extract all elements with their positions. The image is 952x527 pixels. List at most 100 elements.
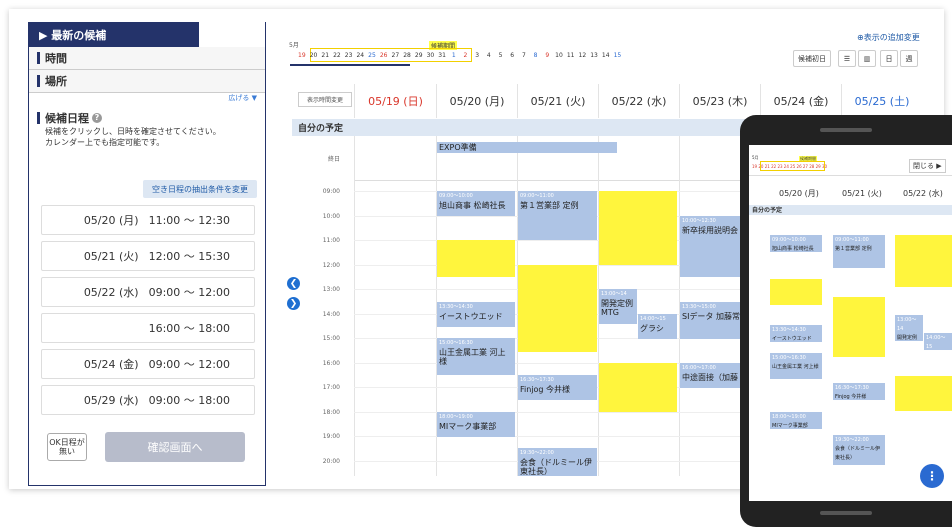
expand-link[interactable]: 広げる ▼	[228, 93, 257, 103]
day-view-button[interactable]: 日	[880, 50, 898, 67]
list-view-icon[interactable]: ☰	[838, 50, 856, 67]
phone-candidate-block[interactable]	[895, 235, 952, 287]
split-view-icon[interactable]: ▥	[858, 50, 876, 67]
day-header[interactable]: 05/23 (木)	[679, 84, 760, 118]
candidate-panel: ▶ 最新の候補 時間 場所 広げる ▼ 候補日程? 候補をクリックし、日時を確定…	[28, 22, 266, 486]
strip-day[interactable]: 14	[600, 52, 612, 59]
phone-event[interactable]: 16:30～17:30 Finjog 今井様	[833, 383, 885, 400]
phone-close-button[interactable]: 閉じる ▶	[909, 159, 946, 173]
more-menu-icon[interactable]: ⋮	[920, 464, 944, 488]
event-time: 09:00～10:00	[439, 193, 473, 199]
strip-day[interactable]: 23	[343, 52, 355, 59]
change-condition-button[interactable]: 空き日程の抽出条件を変更	[143, 180, 257, 198]
strip-day[interactable]: 4	[483, 52, 495, 59]
phone-day-header[interactable]: 05/21 (火)	[842, 188, 882, 199]
strip-day[interactable]: 27	[390, 52, 402, 59]
strip-day[interactable]: 13	[588, 52, 600, 59]
candidate-block[interactable]	[437, 240, 515, 277]
calendar-grid: 終日 09:00 10:00 11:00 12:00 13:00 14:00 1…	[292, 136, 752, 476]
strip-day[interactable]: 9	[541, 52, 553, 59]
phone-event[interactable]: 09:00～10:00 旭山商事 松崎社長	[770, 235, 822, 252]
week-view-button[interactable]: 週	[900, 50, 918, 67]
slot-item[interactable]: 05/21 (火) 12:00 ～ 15:30	[41, 241, 255, 271]
time-label: 10:00	[322, 213, 340, 220]
event-title: Finjog 今井様	[520, 385, 571, 394]
slot-item[interactable]: 16:00 ～ 18:00	[41, 313, 255, 343]
event[interactable]: 18:00～19:00 MIマーク事業部	[437, 412, 515, 437]
phone-event[interactable]: 09:00～11:00 第１営業部 定例	[833, 235, 885, 268]
phone-event[interactable]: 13:00～14 開発定例MTG	[895, 315, 923, 341]
phone-candidate-block[interactable]	[895, 376, 952, 411]
day-header[interactable]: 05/24 (金)	[760, 84, 841, 118]
day-header[interactable]: 05/22 (水)	[598, 84, 679, 118]
event[interactable]: 13:30～14:30 イーストウエッド	[437, 302, 515, 327]
phone-event[interactable]: 15:00～16:30 山王金属工業 河上様	[770, 353, 822, 379]
event[interactable]: 15:00～16:30 山王金属工業 河上様	[437, 338, 515, 375]
day-header[interactable]: 05/25 (土)	[841, 84, 922, 118]
strip-day[interactable]: 21	[319, 52, 331, 59]
phone-event[interactable]: 13:30～14:30 イーストウエッド	[770, 325, 822, 342]
strip-day[interactable]: 25	[366, 52, 378, 59]
first-day-button[interactable]: 候補初日	[793, 50, 831, 67]
strip-day[interactable]: 5	[495, 52, 507, 59]
phone-event[interactable]: 18:00～19:00 MIマーク事業部	[770, 412, 822, 429]
event[interactable]: 09:00～11:00 第１営業部 定例	[518, 191, 597, 240]
strip-day[interactable]: 28	[401, 52, 413, 59]
strip-day[interactable]: 26	[378, 52, 390, 59]
event-title: 山王金属工業 河上様	[772, 364, 819, 370]
strip-day[interactable]: 6	[506, 52, 518, 59]
strip-day[interactable]: 15	[612, 52, 624, 59]
allday-event[interactable]: EXPO準備	[437, 142, 617, 153]
strip-day[interactable]: 30	[425, 52, 437, 59]
event[interactable]: 09:00～10:00 旭山商事 松崎社長	[437, 191, 515, 216]
event-time: 19:30～22:00	[835, 437, 869, 443]
event-time: 09:00～11:00	[835, 237, 869, 243]
strip-day[interactable]: 29	[413, 52, 425, 59]
phone-day-header[interactable]: 05/20 (月)	[779, 188, 819, 199]
strip-day[interactable]: 12	[577, 52, 589, 59]
strip-day[interactable]: 3	[471, 52, 483, 59]
slot-item[interactable]: 05/22 (水) 09:00 ～ 12:00	[41, 277, 255, 307]
strip-day[interactable]: 8	[530, 52, 542, 59]
phone-event[interactable]: 14:00～15グラシ	[924, 333, 952, 350]
add-view-link[interactable]: ⊕表示の追加変更	[857, 32, 920, 43]
phone-candidate-block[interactable]	[833, 297, 885, 357]
strip-day[interactable]: 7	[518, 52, 530, 59]
day-header[interactable]: 05/20 (月)	[436, 84, 517, 118]
strip-day[interactable]: 22	[331, 52, 343, 59]
instruction-line-1: 候補をクリックし、日時を確定させてください。	[45, 127, 221, 136]
phone-candidate-block[interactable]	[770, 279, 822, 305]
event[interactable]: 19:30～22:00 会食（ドルミール伊東社長）	[518, 448, 597, 476]
slot-item[interactable]: 05/24 (金) 09:00 ～ 12:00	[41, 349, 255, 379]
display-time-button[interactable]: 表示時間変更	[298, 92, 352, 107]
strip-day[interactable]: 20	[308, 52, 320, 59]
section-time[interactable]: 時間	[29, 47, 265, 70]
slot-item[interactable]: 05/29 (水) 09:00 ～ 18:00	[41, 385, 255, 415]
candidate-block[interactable]	[599, 191, 677, 265]
help-icon[interactable]: ?	[92, 113, 102, 123]
no-ok-date-button[interactable]: OK日程が無い	[47, 433, 87, 461]
phone-event[interactable]: 19:30～22:00 会食（ドルミール伊東社長）	[833, 435, 885, 465]
day-header[interactable]: 05/19 (日)	[354, 84, 436, 118]
time-label: 09:00	[322, 188, 340, 195]
strip-day[interactable]: 24	[354, 52, 366, 59]
confirm-button[interactable]: 確認画面へ	[105, 432, 245, 462]
day-header[interactable]: 05/21 (火)	[517, 84, 598, 118]
latest-candidates-header[interactable]: ▶ 最新の候補	[29, 22, 199, 47]
slot-item[interactable]: 05/20 (月) 11:00 ～ 12:30	[41, 205, 255, 235]
section-place[interactable]: 場所	[29, 70, 265, 93]
event[interactable]: 13:00～14 開発定例MTG	[599, 289, 637, 324]
candidate-block[interactable]	[599, 363, 677, 412]
instruction-line-2: カレンダー上でも指定可能です。	[45, 138, 165, 147]
phone-day-header[interactable]: 05/22 (水)	[903, 188, 943, 199]
candidate-block[interactable]	[518, 265, 597, 352]
strip-day[interactable]: 2	[460, 52, 472, 59]
strip-day[interactable]: 10	[553, 52, 565, 59]
event-time: 18:00～19:00	[772, 414, 806, 420]
strip-day[interactable]: 1	[448, 52, 460, 59]
strip-day[interactable]: 11	[565, 52, 577, 59]
strip-day[interactable]: 31	[436, 52, 448, 59]
strip-day[interactable]: 19	[296, 52, 308, 59]
event[interactable]: 16:30～17:30 Finjog 今井様	[518, 375, 597, 400]
event[interactable]: 14:00～15 グラシ	[638, 314, 677, 339]
